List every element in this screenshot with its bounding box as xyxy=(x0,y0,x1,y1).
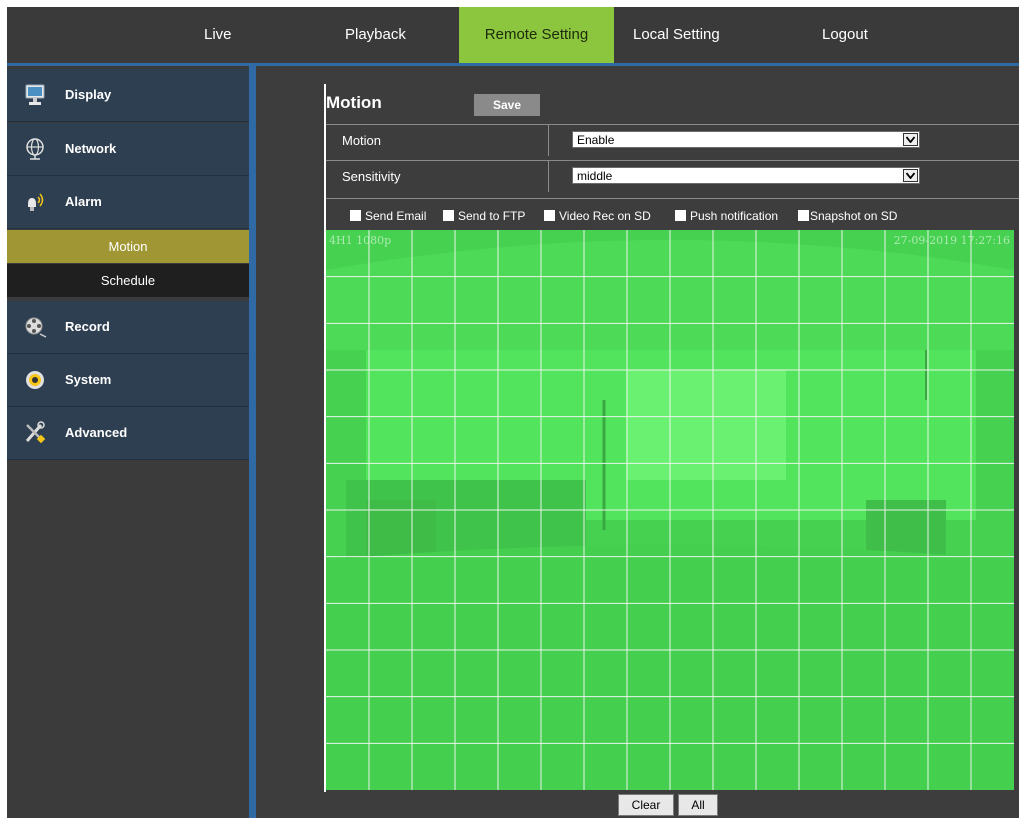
sidebar-subitem-schedule[interactable]: Schedule xyxy=(7,264,249,297)
motion-detection-area[interactable]: 4H1 1080p 27-09-2019 17:27:16 xyxy=(326,230,1014,790)
checkbox-box[interactable] xyxy=(798,210,809,221)
checkbox-box[interactable] xyxy=(443,210,454,221)
video-rec-sd-checkbox[interactable]: Video Rec on SD xyxy=(544,209,651,223)
section-header: Motion Save xyxy=(326,86,1019,120)
sidebar-subitem-motion[interactable]: Motion xyxy=(7,230,249,263)
sensitivity-select-value: middle xyxy=(577,169,613,183)
sidebar-item-advanced[interactable]: Advanced xyxy=(7,407,249,460)
sidebar-item-label: System xyxy=(65,372,112,387)
save-button[interactable]: Save xyxy=(474,94,540,116)
nav-tab-playback[interactable]: Playback xyxy=(345,7,406,63)
sidebar-item-label: Record xyxy=(65,319,110,334)
send-email-label: Send Email xyxy=(365,209,427,223)
sidebar-item-record[interactable]: Record xyxy=(7,301,249,354)
sidebar-item-system[interactable]: System xyxy=(7,354,249,407)
chevron-down-icon xyxy=(903,133,918,146)
sensitivity-label: Sensitivity xyxy=(342,169,401,184)
monitor-icon xyxy=(23,83,47,107)
form-row-motion: Motion Enable xyxy=(326,124,1019,156)
gear-icon xyxy=(23,368,47,392)
sidebar-item-label: Display xyxy=(65,87,112,102)
nav-tab-local-setting[interactable]: Local Setting xyxy=(633,7,720,63)
page-title: Motion xyxy=(326,93,382,112)
snapshot-sd-checkbox[interactable]: Snapshot on SD xyxy=(798,209,897,223)
push-notification-label: Push notification xyxy=(690,209,779,223)
snapshot-sd-label: Snapshot on SD xyxy=(810,209,898,223)
send-ftp-checkbox[interactable]: Send to FTP xyxy=(443,209,525,223)
nav-tab-logout[interactable]: Logout xyxy=(822,7,868,63)
sidebar-item-label: Network xyxy=(65,141,117,156)
checkbox-box[interactable] xyxy=(350,210,361,221)
channel-label: 4H1 1080p xyxy=(329,234,392,247)
send-email-checkbox[interactable]: Send Email xyxy=(350,209,426,223)
sidebar-item-alarm[interactable]: Alarm xyxy=(7,176,249,229)
film-reel-icon xyxy=(23,315,47,339)
form-row-sensitivity: Sensitivity middle xyxy=(326,160,1019,192)
sidebar-item-display[interactable]: Display xyxy=(7,69,249,122)
motion-grid[interactable] xyxy=(326,230,1014,790)
nav-tab-remote-setting[interactable]: Remote Setting xyxy=(459,7,614,63)
motion-select[interactable]: Enable xyxy=(572,131,920,148)
motion-label: Motion xyxy=(342,133,382,148)
sidebar-item-label: Alarm xyxy=(65,194,102,209)
chevron-down-icon xyxy=(903,169,918,182)
row-divider xyxy=(548,161,549,192)
video-rec-sd-label: Video Rec on SD xyxy=(559,209,651,223)
select-all-button[interactable]: All xyxy=(678,794,718,816)
checkbox-box[interactable] xyxy=(544,210,555,221)
nav-tab-live[interactable]: Live xyxy=(204,7,232,63)
sidebar-edge xyxy=(249,66,256,818)
checkbox-box[interactable] xyxy=(675,210,686,221)
sensitivity-select[interactable]: middle xyxy=(572,167,920,184)
push-notification-checkbox[interactable]: Push notification xyxy=(675,209,778,223)
clear-button[interactable]: Clear xyxy=(618,794,674,816)
sidebar-item-network[interactable]: Network xyxy=(7,123,249,176)
motion-select-value: Enable xyxy=(577,133,615,147)
send-ftp-label: Send to FTP xyxy=(458,209,526,223)
action-checkboxes: Send Email Send to FTP Video Rec on SD P… xyxy=(326,198,1019,229)
globe-icon xyxy=(23,137,47,161)
video-timestamp: 27-09-2019 17:27:16 xyxy=(893,234,1010,247)
tools-icon xyxy=(23,421,47,445)
sidebar-item-label: Advanced xyxy=(65,425,128,440)
alarm-icon xyxy=(23,190,47,214)
row-divider xyxy=(548,125,549,156)
